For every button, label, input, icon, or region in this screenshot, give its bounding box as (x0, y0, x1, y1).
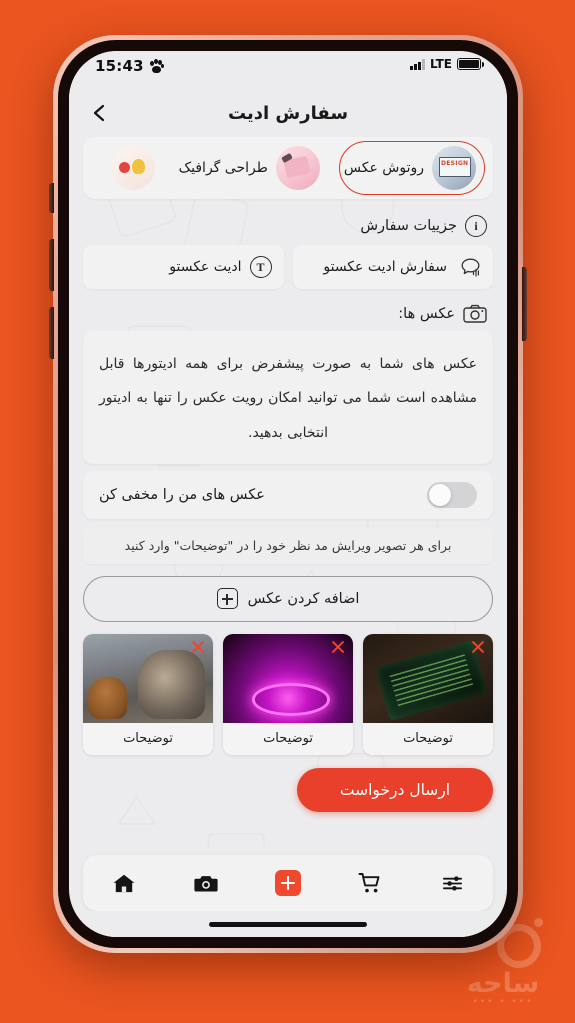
category-chip-label: روتوش عکس (343, 160, 424, 176)
photos-title: عکس ها: (398, 305, 455, 322)
app-content: روتوش عکس طراحی گرافیک i جزییات س (69, 137, 507, 847)
status-bar-left: 15:43 (95, 57, 164, 75)
nav-home-button[interactable] (104, 863, 144, 903)
network-label: LTE (429, 57, 452, 71)
page-title: سفارش ادیت (227, 102, 349, 124)
text-order-field[interactable]: T ادیت عکستو (83, 245, 284, 289)
app-header: سفارش ادیت (69, 89, 507, 137)
voice-order-field[interactable]: سفارش ادیت عکستو (292, 245, 493, 289)
content-column: روتوش عکس طراحی گرافیک i جزییات س (83, 137, 493, 812)
close-x-icon[interactable] (469, 638, 487, 656)
category-chip-strip: روتوش عکس طراحی گرافیک (83, 137, 493, 199)
submit-row: ارسال درخواست (83, 767, 493, 812)
sweets-thumb (110, 146, 155, 190)
status-bar-right: LTE (410, 57, 484, 71)
hide-photos-toggle-row: عکس های من را مخفی کن (83, 470, 493, 519)
nav-cart-button[interactable] (350, 863, 390, 903)
hide-photos-label: عکس های من را مخفی کن (99, 486, 265, 503)
phone-screen: 15:43 LTE سفارش ادیت DESIGN روتوش عکس طر… (69, 51, 507, 937)
design-monitor-thumb (432, 146, 476, 190)
graphic-pink-thumb (275, 146, 320, 190)
photo-thumbnail-list: توضیحات توضیحات توضیحات (83, 633, 493, 755)
order-details-title: جزییات سفارش (360, 218, 457, 234)
info-circle-icon: i (465, 215, 487, 237)
photos-heading: عکس ها: (83, 304, 487, 323)
volume-down-button[interactable] (49, 307, 54, 359)
photos-info-text: عکس های شما به صورت پیشفرض برای همه ادیت… (83, 331, 493, 464)
status-bar: 15:43 LTE (69, 51, 507, 89)
close-x-icon[interactable] (189, 638, 207, 656)
hide-photos-toggle[interactable] (427, 481, 477, 508)
phone-frame: 15:43 LTE سفارش ادیت DESIGN روتوش عکس طر… (49, 35, 527, 953)
home-indicator-area (69, 911, 507, 937)
paw-icon (149, 58, 164, 73)
nav-filter-button[interactable] (432, 863, 472, 903)
order-details-fields: سفارش ادیت عکستو T ادیت عکستو (83, 245, 493, 289)
dogs-photo (83, 633, 213, 723)
volume-up-button[interactable] (49, 239, 54, 291)
phone-code-photo (363, 633, 493, 723)
home-icon (113, 874, 135, 892)
photo-description-button[interactable]: توضیحات (363, 722, 493, 755)
phone-bezel: 15:43 LTE سفارش ادیت DESIGN روتوش عکس طر… (58, 40, 518, 948)
neon-photo (223, 633, 353, 723)
power-button[interactable] (522, 267, 527, 341)
voice-message-icon (455, 257, 481, 277)
add-photo-label: اضافه کردن عکس (247, 590, 360, 607)
camera-solid-icon (194, 875, 218, 891)
watermark-text: ساحه (466, 968, 541, 999)
add-photo-button[interactable]: اضافه کردن عکس (83, 575, 493, 622)
nav-camera-button[interactable] (186, 863, 226, 903)
category-chip-extra[interactable] (106, 141, 164, 195)
status-time: 15:43 (95, 57, 144, 75)
back-chevron-icon[interactable] (89, 102, 111, 124)
category-chip-graphic[interactable]: طراحی گرافیک (174, 141, 329, 195)
submit-request-button[interactable]: ارسال درخواست (297, 767, 493, 812)
photo-description-button[interactable]: توضیحات (83, 722, 213, 755)
order-details-heading: i جزییات سفارش (83, 215, 487, 237)
plus-square-red-icon (275, 870, 301, 896)
mute-switch[interactable] (49, 183, 54, 213)
shopping-cart-icon (358, 873, 380, 893)
description-hint: برای هر تصویر ویرایش مد نظر خود را در "ت… (83, 527, 493, 564)
category-chip-retouch[interactable]: روتوش عکس (338, 141, 485, 195)
text-t-circle-icon: T (249, 256, 272, 278)
voice-order-value: سفارش ادیت عکستو (323, 259, 447, 275)
watermark-dots: ••• • ••• (472, 997, 534, 1007)
text-order-value: ادیت عکستو (169, 259, 242, 275)
photo-thumbnail-item[interactable]: توضیحات (83, 633, 213, 755)
close-x-icon[interactable] (329, 638, 347, 656)
bottom-navigation-bar (83, 855, 493, 911)
home-indicator[interactable] (209, 921, 367, 927)
nav-add-button[interactable] (268, 863, 308, 903)
photo-description-button[interactable]: توضیحات (223, 722, 353, 755)
camera-icon (463, 304, 487, 323)
photo-thumbnail-item[interactable]: توضیحات (223, 633, 353, 755)
plus-square-icon (216, 588, 238, 610)
signal-bars-icon (410, 58, 425, 70)
watermark-dot (534, 918, 543, 927)
photo-thumbnail-item[interactable]: توضیحات (363, 633, 493, 755)
battery-icon (457, 58, 484, 70)
sliders-filter-icon (442, 875, 462, 891)
category-chip-label: طراحی گرافیک (178, 160, 268, 176)
